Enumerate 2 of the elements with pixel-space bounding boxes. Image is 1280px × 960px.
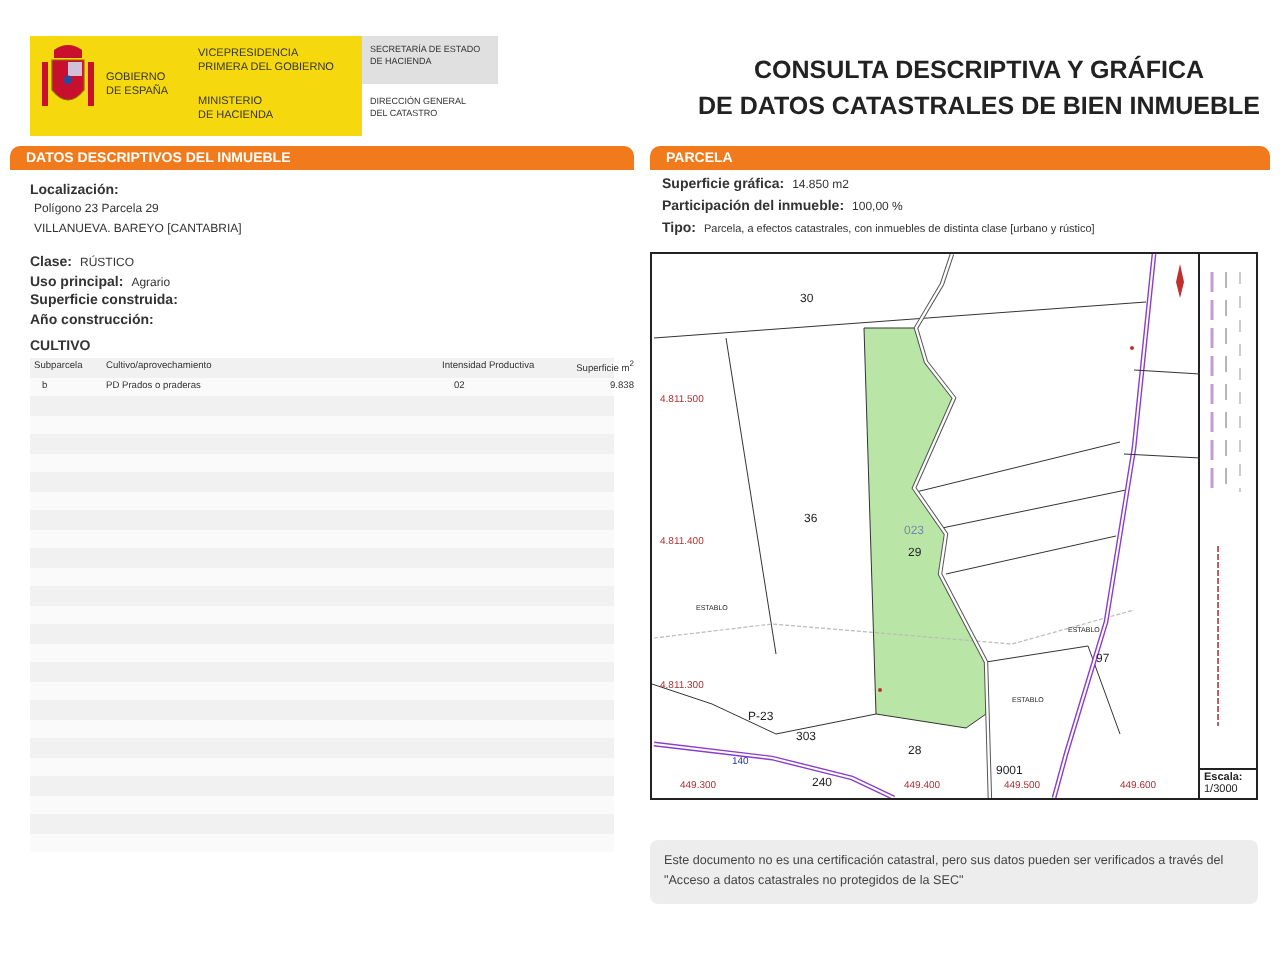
document-title: DE DATOS CATASTRALES DE BIEN INMUEBLE — [697, 90, 1261, 124]
document-title: CONSULTA DESCRIPTIVA Y GRÁFICA — [753, 53, 1204, 88]
